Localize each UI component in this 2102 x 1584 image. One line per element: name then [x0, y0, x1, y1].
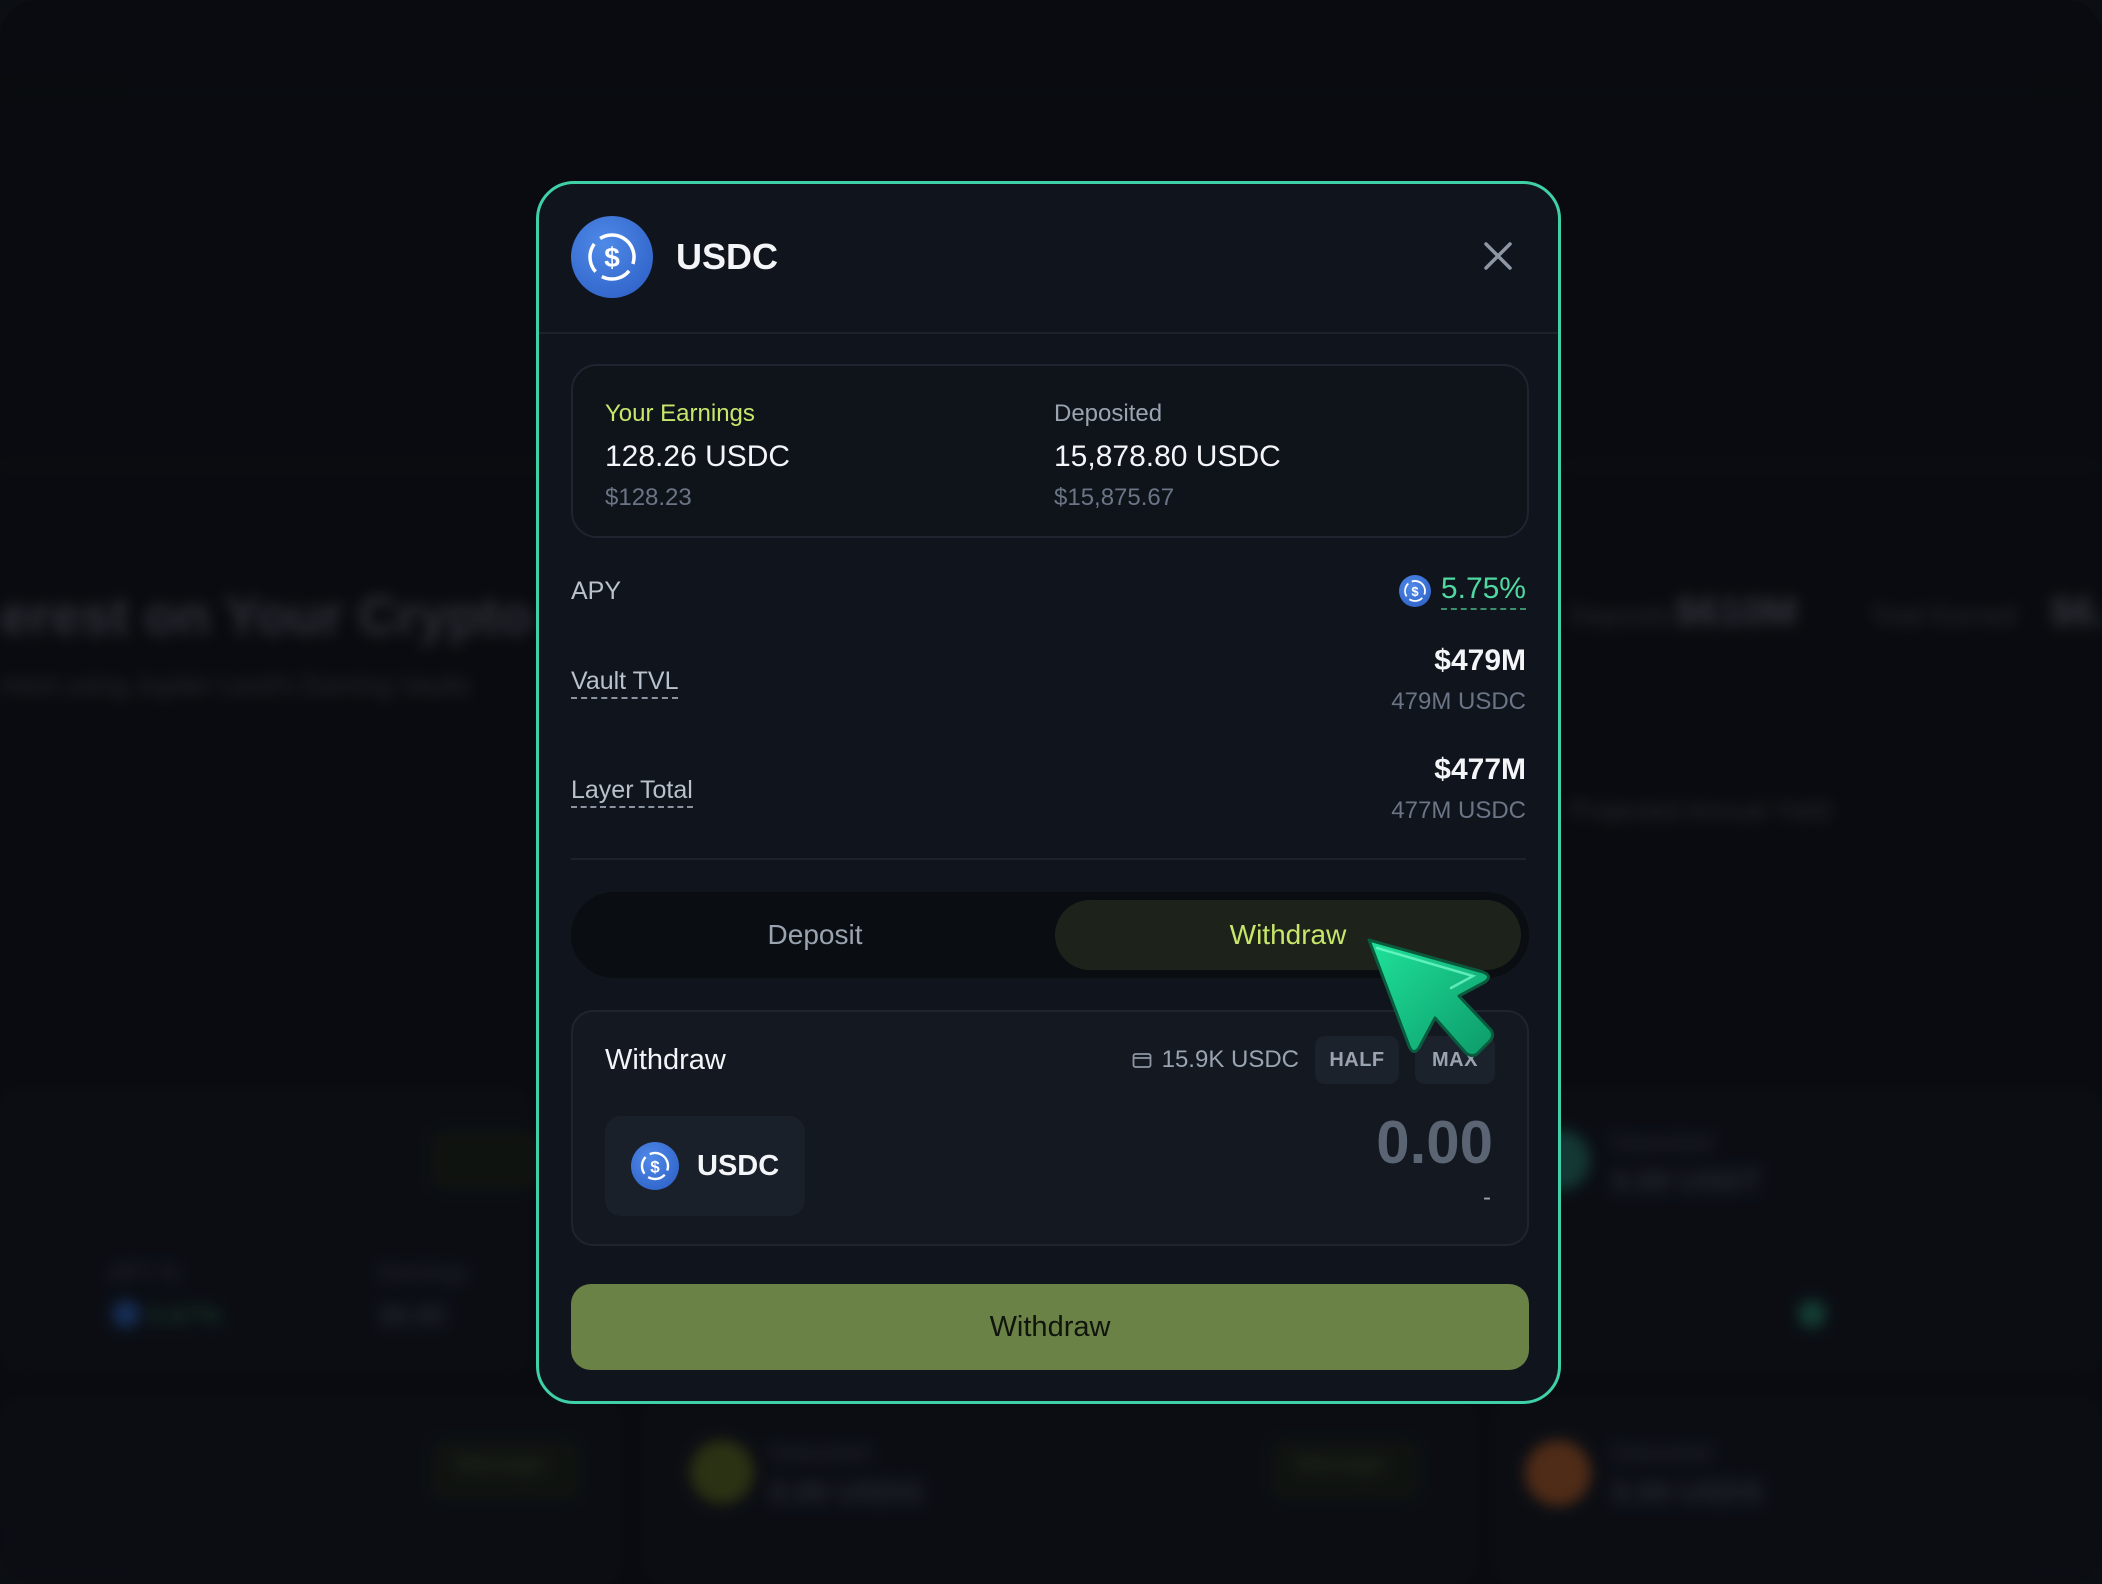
vault-tvl-amount: 479M USDC — [1391, 688, 1526, 715]
deposited-amount: 15,878.80 USDC — [1054, 440, 1281, 473]
apy-label: APY — [571, 577, 622, 605]
your-earnings-amount: 128.26 USDC — [605, 440, 791, 473]
section-divider — [571, 858, 1526, 860]
apy-value[interactable]: 5.75% — [1440, 572, 1526, 610]
usdc-coin-icon: $ — [571, 216, 653, 298]
your-earnings-label: Your Earnings — [605, 400, 755, 427]
earnings-summary-card: Your Earnings 128.26 USDC $128.23 Deposi… — [571, 364, 1529, 538]
vault-tvl-usd: $479M — [1434, 644, 1526, 677]
deposited-usd: $15,875.67 — [1054, 484, 1175, 511]
pointer-cursor-icon — [1367, 938, 1495, 1058]
withdraw-amount-input[interactable] — [971, 1108, 1495, 1176]
layer-total-label[interactable]: Layer Total — [571, 776, 693, 808]
close-button[interactable] — [1478, 236, 1518, 276]
wallet-balance: 15.9K USDC — [1132, 1046, 1299, 1074]
withdraw-panel-title: Withdraw — [605, 1044, 726, 1076]
close-icon — [1484, 242, 1512, 270]
modal-header: $ USDC — [539, 184, 1558, 334]
svg-text:$: $ — [604, 242, 620, 273]
usdc-small-icon: $ — [1398, 575, 1431, 607]
token-selector-label: USDC — [697, 1149, 780, 1182]
deposited-label: Deposited — [1054, 400, 1163, 427]
apy-value-group: $ 5.75% — [1398, 572, 1526, 610]
vault-tvl-label[interactable]: Vault TVL — [571, 667, 679, 699]
modal-title: USDC — [676, 236, 779, 277]
deposited: Deposited 15,878.80 USDC $15,875.67 — [1054, 400, 1281, 512]
usdc-coin-icon: $ — [631, 1142, 679, 1190]
your-earnings-usd: $128.23 — [605, 484, 692, 511]
your-earnings: Your Earnings 128.26 USDC $128.23 — [605, 400, 790, 512]
token-selector[interactable]: $ USDC — [605, 1116, 805, 1216]
usdc-vault-modal: $ USDC Your Earnings 128.26 USDC $128.23… — [536, 181, 1561, 1404]
wallet-icon — [1132, 1053, 1152, 1068]
svg-text:$: $ — [1411, 584, 1419, 599]
layer-total-value: $477M 477M USDC — [1391, 753, 1526, 825]
layer-total-usd: $477M — [1434, 753, 1526, 786]
tab-deposit[interactable]: Deposit — [579, 900, 1051, 970]
vault-tvl-value: $479M 479M USDC — [1391, 644, 1526, 716]
wallet-balance-value: 15.9K USDC — [1161, 1046, 1299, 1073]
withdraw-usd-value: - — [1483, 1184, 1491, 1211]
layer-total-amount: 477M USDC — [1391, 797, 1526, 824]
app-frame: erest on Your Crypto ment using Jupiter … — [0, 0, 2102, 1584]
svg-text:$: $ — [650, 1158, 660, 1177]
withdraw-submit-button[interactable]: Withdraw — [571, 1284, 1529, 1370]
